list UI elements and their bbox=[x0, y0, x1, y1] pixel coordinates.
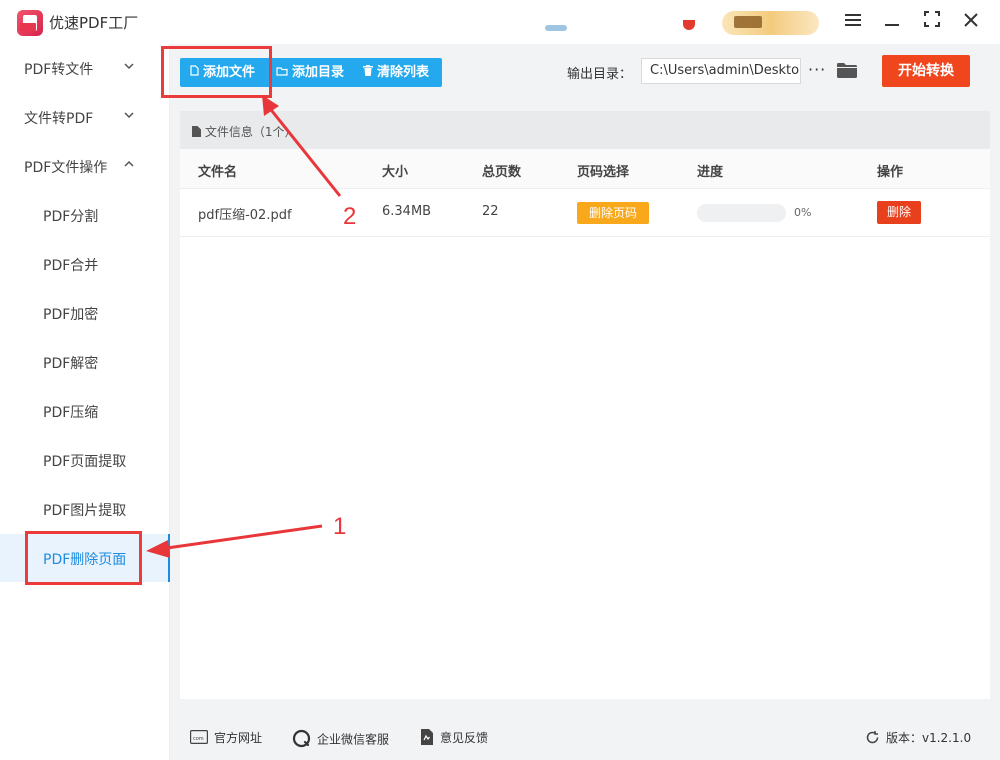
arrow-1 bbox=[159, 524, 323, 551]
arrow-2-head bbox=[262, 95, 279, 116]
annotation-arrows bbox=[146, 95, 342, 558]
app-window: 优速PDF工厂 PDF转文件 文件转PDF PDF文件操作 PDF分割 PDF合… bbox=[0, 0, 1000, 760]
arrow-1-head bbox=[146, 540, 170, 558]
step-number-2: 2 bbox=[343, 203, 357, 230]
step-number-1: 1 bbox=[333, 513, 347, 540]
arrow-2 bbox=[266, 105, 342, 197]
